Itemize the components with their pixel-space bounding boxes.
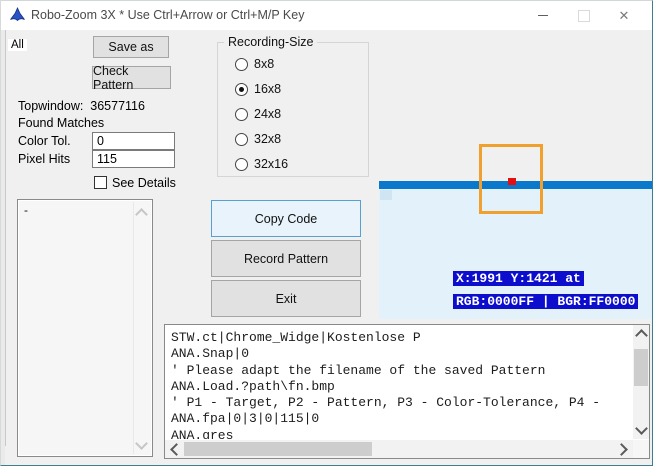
radio-option-label: 32x8 [254,132,281,146]
topwindow-text: Topwindow: 36577116 [18,99,145,113]
scroll-up-icon[interactable] [635,329,648,342]
radio-option-16x8[interactable]: 16x8 [235,82,288,96]
save-as-button[interactable]: Save as [93,36,169,58]
horizontal-scroll-thumb[interactable] [184,442,372,456]
radio-option-label: 32x16 [254,157,288,171]
radio-option-32x16[interactable]: 32x16 [235,157,288,171]
radio-option-24x8[interactable]: 24x8 [235,107,288,121]
found-matches-text: Found Matches [18,116,104,130]
cursor-coordinates-label: X:1991 Y:1421 at [453,271,584,286]
vertical-scroll-thumb[interactable] [634,349,648,386]
minimize-icon [538,15,548,16]
see-details-checkbox[interactable] [94,176,107,189]
pixel-color-label: RGB:0000FF | BGR:FF0000 [453,294,638,309]
close-icon: ✕ [619,9,630,22]
recording-size-options: 8x8 16x8 24x8 32x8 32x16 [235,57,288,182]
radio-icon[interactable] [235,158,248,171]
robo-zoom-window: Robo-Zoom 3X * Use Ctrl+Arrow or Ctrl+M/… [0,0,653,466]
radio-icon[interactable] [235,133,248,146]
radio-option-32x8[interactable]: 32x8 [235,132,288,146]
left-edge-line [5,30,6,446]
maximize-icon [578,10,590,22]
pixel-hits-input[interactable] [92,150,175,168]
window-title: Robo-Zoom 3X * Use Ctrl+Arrow or Ctrl+M/… [31,8,304,22]
matches-listbox[interactable]: - [17,199,153,457]
color-tolerance-input[interactable] [92,132,175,150]
title-bar: Robo-Zoom 3X * Use Ctrl+Arrow or Ctrl+M/… [1,1,652,30]
close-button[interactable]: ✕ [608,1,640,30]
see-details-label: See Details [112,176,176,190]
color-tolerance-label: Color Tol. [18,134,71,148]
radio-option-label: 24x8 [254,107,281,121]
code-horizontal-scrollbar[interactable] [165,440,633,458]
code-output[interactable]: STW.ct|Chrome_Widge|Kostenlose P ANA.Sna… [164,324,650,459]
listbox-scroll-up-icon[interactable] [135,208,148,221]
app-icon [9,7,26,24]
preview-detail-square [380,190,392,200]
listbox-scroll-track [133,202,134,454]
list-item[interactable]: - [24,203,28,217]
scroll-right-icon[interactable] [615,443,628,456]
code-output-text[interactable]: STW.ct|Chrome_Widge|Kostenlose P ANA.Sna… [171,330,631,439]
radio-option-label: 8x8 [254,57,274,71]
scroll-down-icon[interactable] [635,422,648,435]
record-pattern-button[interactable]: Record Pattern [211,240,361,277]
maximize-button[interactable] [568,1,600,30]
scrollbar-corner [633,440,649,458]
pixel-hits-label: Pixel Hits [18,152,70,166]
copy-code-button[interactable]: Copy Code [211,200,361,237]
check-pattern-button[interactable]: Check Pattern [92,66,171,89]
minimize-button[interactable] [527,1,559,30]
radio-icon[interactable] [235,83,248,96]
radio-option-8x8[interactable]: 8x8 [235,57,288,71]
target-pixel-marker [508,178,516,185]
scroll-left-icon[interactable] [170,443,183,456]
all-label: All [8,39,27,51]
radio-option-label: 16x8 [254,82,281,96]
exit-button[interactable]: Exit [211,280,361,317]
code-vertical-scrollbar[interactable] [633,325,649,439]
radio-icon[interactable] [235,58,248,71]
radio-icon[interactable] [235,108,248,121]
recording-size-title: Recording-Size [224,35,317,49]
listbox-scroll-down-icon[interactable] [135,437,148,450]
